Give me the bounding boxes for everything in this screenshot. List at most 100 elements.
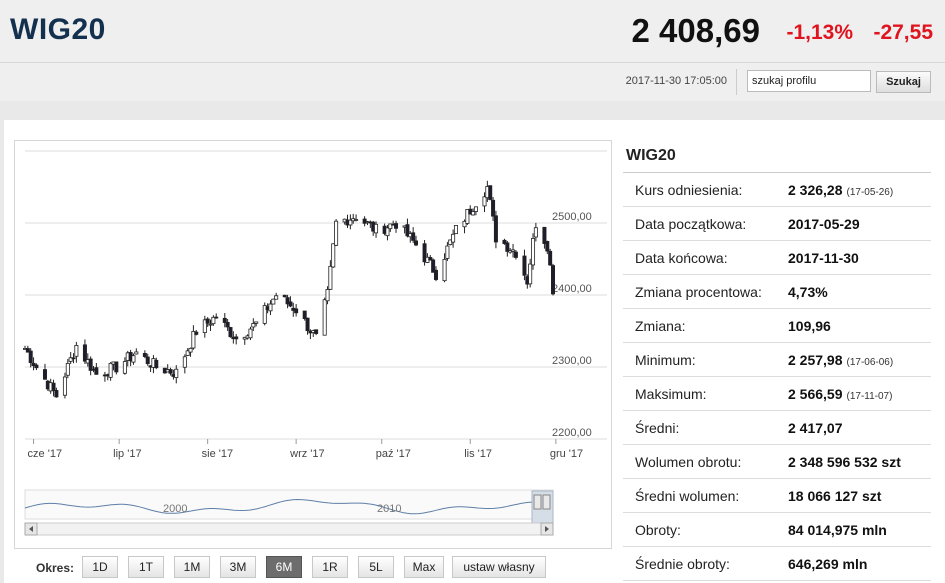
navigator-area xyxy=(24,489,554,520)
search-input[interactable] xyxy=(747,70,871,92)
stats-label: Maksimum: xyxy=(635,386,707,402)
y-tick-label: 2200,00 xyxy=(552,427,592,439)
sub-bar: 2017-11-30 17:05:00 Szukaj xyxy=(0,62,945,101)
stats-row: Minimum: 2 257,98 (17-06-06) xyxy=(623,343,931,377)
stats-value: 2 348 596 532 szt xyxy=(788,454,901,470)
stats-value-text: 2 566,59 xyxy=(788,386,843,402)
candle-body xyxy=(54,390,59,398)
chart-container: 2500,00 2400,00 2300,00 2200,00 cze '17 lip '… xyxy=(14,140,612,549)
candle-body xyxy=(274,295,279,300)
stats-row: Kurs odniesienia: 2 326,28 (17-05-26) xyxy=(623,173,931,207)
timestamp: 2017-11-30 17:05:00 xyxy=(625,75,727,87)
candle-body xyxy=(51,382,56,391)
candle-body xyxy=(491,199,496,217)
candle-body xyxy=(488,185,493,200)
period-button-1r[interactable]: 1R xyxy=(312,556,348,578)
stats-table: Kurs odniesienia: 2 326,28 (17-05-26) Data … xyxy=(623,172,931,581)
candle-body xyxy=(205,318,210,324)
period-button-5l[interactable]: 5L xyxy=(358,556,394,578)
candle-body xyxy=(225,321,230,328)
stats-value-text: 18 066 127 szt xyxy=(788,488,882,504)
candle-body xyxy=(154,359,159,369)
candle-body xyxy=(513,251,518,258)
stats-value-text: 109,96 xyxy=(788,318,831,334)
stats-row: Średnie obroty: 646,269 mln xyxy=(623,547,931,581)
candle-body xyxy=(248,328,253,339)
stats-value-text: 2 257,98 xyxy=(788,352,843,368)
x-tick-label: paź '17 xyxy=(376,448,411,460)
candle-body xyxy=(188,347,193,353)
navigator-label: 2000 xyxy=(163,503,187,515)
stats-value: 2017-05-29 xyxy=(788,216,860,232)
period-button-3m[interactable]: 3M xyxy=(220,556,256,578)
candle-body xyxy=(131,355,136,363)
candle-body xyxy=(174,368,179,378)
period-button-custom[interactable]: ustaw własny xyxy=(452,556,546,578)
candle-body xyxy=(194,331,199,335)
period-label: Okres: xyxy=(36,561,75,575)
candle-body xyxy=(42,369,47,380)
candle-body xyxy=(414,240,419,246)
candle-body xyxy=(331,243,336,268)
stats-value: 2017-11-30 xyxy=(788,250,859,266)
candle-body xyxy=(228,327,233,338)
candle-body xyxy=(493,215,498,243)
stats-label: Średni: xyxy=(635,420,680,436)
candle-body xyxy=(134,351,139,355)
stats-label: Minimum: xyxy=(635,352,696,368)
candle-body xyxy=(325,289,330,302)
candle-body xyxy=(208,323,213,326)
candle-body xyxy=(305,317,310,332)
candle-body xyxy=(451,233,456,243)
period-button-max[interactable]: Max xyxy=(404,556,444,578)
stats-row: Zmiana procentowa: 4,73% xyxy=(623,275,931,309)
search-button[interactable]: Szukaj xyxy=(876,71,931,93)
stats-value: 4,73% xyxy=(788,284,828,300)
candle-body xyxy=(453,225,458,235)
candle-body xyxy=(433,269,438,280)
change-percent: -1,13% xyxy=(786,21,853,44)
candle-body xyxy=(94,367,99,375)
stats-row: Średni wolumen: 18 066 127 szt xyxy=(623,479,931,513)
candle-body xyxy=(533,227,538,238)
stats-row: Wolumen obrotu: 2 348 596 532 szt xyxy=(623,445,931,479)
stats-value: 84 014,975 mln xyxy=(788,522,887,538)
candle-body xyxy=(328,265,333,290)
stats-value-text: 2017-11-30 xyxy=(788,250,859,266)
stats-value: 2 326,28 (17-05-26) xyxy=(788,182,893,198)
candle-body xyxy=(114,361,119,373)
header: WIG20 2 408,69 -1,13% -27,55 xyxy=(0,0,945,62)
period-button-1d[interactable]: 1D xyxy=(82,556,118,578)
index-price: 2 408,69 xyxy=(631,12,760,49)
navigator-label: 2010 xyxy=(377,503,401,515)
candle-body xyxy=(271,298,276,305)
period-button-1m[interactable]: 1M xyxy=(174,556,210,578)
stats-value-text: 2 417,07 xyxy=(788,420,843,436)
candle-body xyxy=(548,250,553,266)
period-button-1t[interactable]: 1T xyxy=(128,556,164,578)
stats-label: Kurs odniesienia: xyxy=(635,182,743,198)
stats-label: Data końcowa: xyxy=(635,250,728,266)
stats-value: 109,96 xyxy=(788,318,831,334)
candle-body xyxy=(234,336,239,340)
candle-body xyxy=(473,206,478,212)
candle-body xyxy=(71,357,76,360)
stats-label: Zmiana procentowa: xyxy=(635,284,762,300)
stats-row: Obroty: 84 014,975 mln xyxy=(623,513,931,547)
stats-value: 18 066 127 szt xyxy=(788,488,881,504)
stats-label: Zmiana: xyxy=(635,318,686,334)
stats-date: (17-11-07) xyxy=(846,391,893,402)
y-tick-label: 2400,00 xyxy=(552,283,592,295)
candle-body xyxy=(222,317,227,323)
stats-value: 2 417,07 xyxy=(788,420,843,436)
candle-body xyxy=(254,321,259,324)
candle-body xyxy=(28,350,33,364)
navigator-handle xyxy=(533,494,542,510)
period-button-6m[interactable]: 6M xyxy=(266,556,302,578)
y-tick-label: 2300,00 xyxy=(552,355,592,367)
stats-value: 2 566,59 (17-11-07) xyxy=(788,386,892,402)
stats-label: Obroty: xyxy=(635,522,681,538)
candle-body xyxy=(482,196,487,207)
candle-body xyxy=(471,211,476,216)
candle-body xyxy=(511,249,516,252)
